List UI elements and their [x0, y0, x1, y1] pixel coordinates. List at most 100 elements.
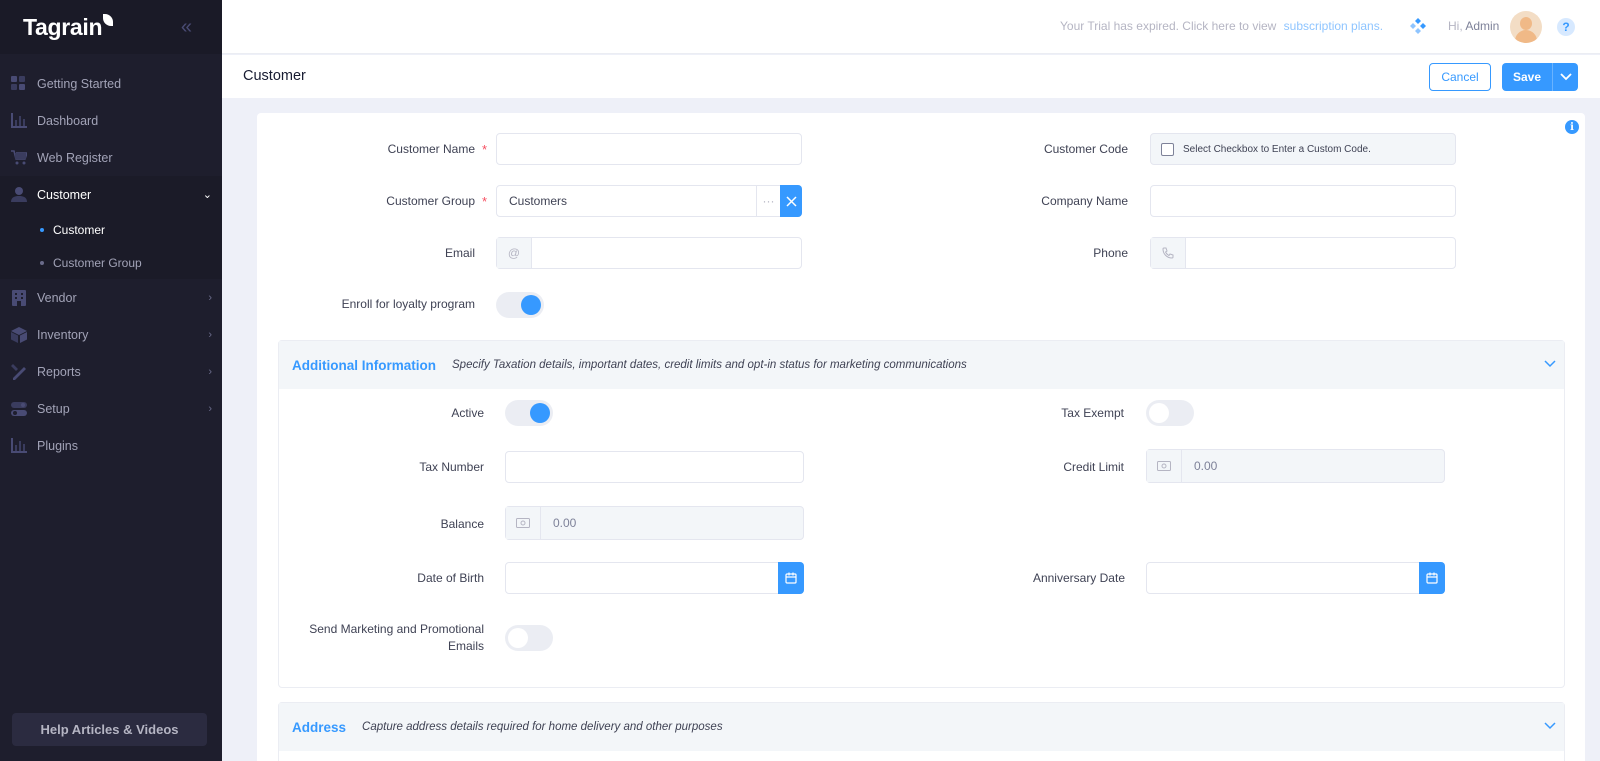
logo-text: Tagrain — [23, 13, 103, 40]
customer-code-field: Select Checkbox to Enter a Custom Code. — [1150, 133, 1456, 165]
bullet-icon — [40, 227, 44, 232]
customer-group-label: Customer Group — [386, 194, 475, 208]
marketing-toggle[interactable] — [505, 625, 553, 651]
sidebar-menu: Getting Started Dashboard Web Register C… — [0, 54, 222, 464]
more-options-icon[interactable]: ··· — [756, 186, 780, 216]
sidebar-item-plugins[interactable]: Plugins — [0, 427, 222, 464]
sidebar-item-getting-started[interactable]: Getting Started — [0, 65, 222, 102]
marketing-label: Send Marketing and Promotional Emails — [309, 622, 484, 653]
customer-submenu: Customer Customer Group — [0, 213, 222, 279]
chevron-right-icon: › — [208, 402, 212, 415]
sidebar-item-label: Dashboard — [37, 113, 99, 128]
customer-code-label: Customer Code — [1043, 142, 1128, 156]
balance-field: 0.00 — [505, 506, 804, 540]
sidebar-subitem-label: Customer Group — [53, 255, 142, 270]
custom-code-checkbox[interactable] — [1161, 142, 1174, 156]
sidebar-item-label: Inventory — [37, 327, 89, 342]
phone-field[interactable] — [1150, 237, 1456, 269]
box-icon — [10, 326, 27, 343]
trial-text: Your Trial has expired. Click here to vi… — [1060, 19, 1277, 33]
phone-icon — [1151, 238, 1186, 268]
sidebar-item-vendor[interactable]: Vendor › — [0, 279, 222, 316]
pencil-ruler-icon — [10, 363, 27, 380]
diamond-nav-icon[interactable] — [1410, 18, 1426, 34]
phone-label: Phone — [1093, 246, 1128, 260]
company-name-input[interactable] — [1150, 185, 1456, 217]
chevron-right-icon: › — [208, 365, 212, 378]
custom-code-hint: Select Checkbox to Enter a Custom Code. — [1183, 143, 1371, 155]
cancel-button[interactable]: Cancel — [1429, 63, 1491, 91]
sidebar-item-inventory[interactable]: Inventory › — [0, 316, 222, 353]
address-header[interactable]: Address Capture address details required… — [279, 703, 1564, 751]
tax-exempt-toggle[interactable] — [1146, 400, 1194, 426]
grid-icon — [10, 75, 27, 92]
address-section: Address Capture address details required… — [278, 702, 1565, 761]
user-name: Admin — [1465, 19, 1500, 33]
logo[interactable]: Tagrain — [23, 13, 114, 41]
chevron-down-icon — [1544, 357, 1556, 371]
customer-name-label: Customer Name — [387, 142, 475, 156]
page-title: Customer — [243, 68, 306, 84]
save-dropdown-chevron-icon[interactable] — [1552, 63, 1578, 91]
bar-chart-icon — [10, 437, 27, 454]
sidebar-item-setup[interactable]: Setup › — [0, 390, 222, 427]
sidebar: Tagrain « Getting Started Dashboard Web … — [0, 0, 222, 761]
help-articles-button[interactable]: Help Articles & Videos — [12, 713, 207, 746]
anniversary-input[interactable] — [1146, 562, 1445, 594]
customer-group-select[interactable]: Customers ··· — [496, 185, 802, 217]
sidebar-subitem-customer[interactable]: Customer — [0, 213, 222, 246]
collapse-sidebar-icon[interactable]: « — [181, 16, 192, 39]
calendar-icon[interactable] — [1419, 562, 1445, 594]
active-toggle[interactable] — [505, 400, 553, 426]
subscription-plans-link[interactable]: subscription plans. — [1284, 19, 1383, 33]
balance-label: Balance — [440, 517, 484, 531]
active-label: Active — [451, 406, 484, 420]
help-icon[interactable]: ? — [1557, 18, 1575, 36]
tax-exempt-label: Tax Exempt — [1061, 406, 1124, 420]
sidebar-subitem-label: Customer — [53, 222, 106, 237]
logo-leaf-icon — [103, 13, 114, 26]
required-marker: * — [482, 142, 488, 157]
greeting-text: Hi, — [1448, 19, 1463, 33]
clear-group-icon[interactable] — [780, 185, 802, 217]
avatar[interactable] — [1510, 11, 1542, 43]
email-field[interactable]: @ — [496, 237, 802, 269]
sidebar-item-reports[interactable]: Reports › — [0, 353, 222, 390]
company-name-label: Company Name — [1041, 194, 1128, 208]
section-title: Address — [292, 719, 347, 735]
section-description: Specify Taxation details, important date… — [452, 359, 967, 371]
calendar-icon[interactable] — [778, 562, 804, 594]
credit-limit-label: Credit Limit — [1063, 460, 1124, 474]
additional-information-header[interactable]: Additional Information Specify Taxation … — [279, 341, 1564, 389]
sidebar-item-label: Vendor — [37, 290, 77, 305]
cart-icon — [10, 149, 27, 166]
tax-number-label: Tax Number — [419, 460, 484, 474]
chevron-down-icon: ⌄ — [202, 189, 212, 201]
bar-chart-icon — [10, 112, 27, 129]
user-greeting[interactable]: Hi, Admin — [1448, 19, 1499, 33]
loyalty-toggle[interactable] — [496, 292, 544, 318]
customer-name-input[interactable] — [496, 133, 802, 165]
tax-number-input[interactable] — [505, 451, 804, 483]
user-icon — [10, 186, 27, 203]
sidebar-item-label: Getting Started — [37, 76, 122, 91]
sidebar-item-dashboard[interactable]: Dashboard — [0, 102, 222, 139]
sidebar-item-label: Plugins — [37, 438, 78, 453]
required-marker: * — [482, 194, 488, 209]
info-icon[interactable]: i — [1565, 120, 1579, 134]
loyalty-label: Enroll for loyalty program — [341, 297, 475, 311]
sidebar-brand: Tagrain « — [0, 0, 222, 54]
sidebar-item-web-register[interactable]: Web Register — [0, 139, 222, 176]
bullet-icon — [40, 260, 44, 265]
credit-limit-field: 0.00 — [1146, 449, 1445, 483]
sidebar-item-label: Web Register — [37, 150, 113, 165]
dob-input[interactable] — [505, 562, 804, 594]
save-button[interactable]: Save — [1502, 63, 1552, 91]
sidebar-subitem-customer-group[interactable]: Customer Group — [0, 246, 222, 279]
sidebar-item-label: Setup — [37, 401, 70, 416]
section-description: Capture address details required for hom… — [362, 721, 723, 733]
at-sign-icon: @ — [497, 238, 532, 268]
trial-notice: Your Trial has expired. Click here to vi… — [1060, 19, 1383, 33]
email-label: Email — [444, 246, 475, 260]
sidebar-item-customer[interactable]: Customer ⌄ — [0, 176, 222, 213]
